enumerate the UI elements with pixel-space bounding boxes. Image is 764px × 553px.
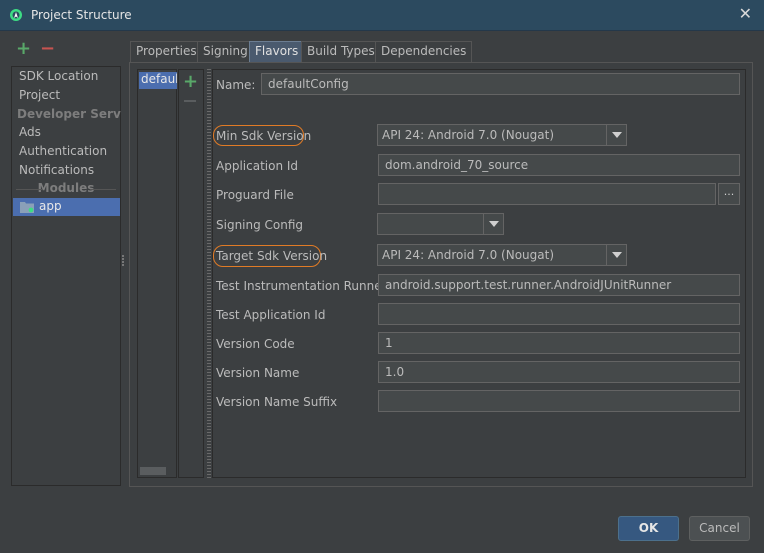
test-application-id-label: Test Application Id — [216, 308, 326, 322]
sidebar-header-developer-services: Developer Servi... — [17, 107, 121, 121]
target-sdk-dropdown[interactable]: API 24: Android 7.0 (Nougat) — [377, 244, 627, 266]
sidebar-item-ads[interactable]: Ads — [19, 125, 41, 139]
sidebar-item-authentication[interactable]: Authentication — [19, 144, 107, 158]
chevron-down-icon[interactable] — [483, 214, 503, 234]
version-name-field[interactable]: 1.0 — [378, 361, 740, 383]
remove-icon[interactable]: − — [40, 40, 55, 58]
tab-dependencies[interactable]: Dependencies — [375, 41, 473, 62]
signing-config-label: Signing Config — [216, 218, 304, 232]
signing-config-dropdown[interactable] — [377, 213, 504, 235]
add-flavor-icon[interactable]: + — [183, 73, 198, 91]
sidebar-item-project[interactable]: Project — [19, 88, 60, 102]
tab-build-types[interactable]: Build Types — [301, 41, 381, 62]
test-application-id-field[interactable] — [378, 303, 740, 325]
version-code-field[interactable]: 1 — [378, 332, 740, 354]
name-field[interactable]: defaultConfig — [261, 73, 740, 95]
test-runner-label: Test Instrumentation Runner — [216, 279, 387, 293]
version-code-label: Version Code — [216, 337, 295, 351]
version-name-label: Version Name — [216, 366, 300, 380]
module-folder-icon — [20, 202, 34, 213]
window-title: Project Structure — [31, 8, 132, 22]
tab-signing[interactable]: Signing — [197, 41, 254, 62]
android-studio-icon — [10, 9, 22, 21]
target-sdk-value: API 24: Android 7.0 (Nougat) — [382, 248, 554, 262]
version-name-suffix-label: Version Name Suffix — [216, 395, 338, 409]
proguard-file-label: Proguard File — [216, 188, 294, 202]
ok-button[interactable]: OK — [618, 516, 679, 541]
min-sdk-dropdown[interactable]: API 24: Android 7.0 (Nougat) — [377, 124, 627, 146]
sidebar-item-sdk-location[interactable]: SDK Location — [19, 69, 98, 83]
sidebar: SDK Location Project Developer Servi... … — [11, 66, 121, 486]
flavor-list: default — [137, 69, 177, 478]
application-id-label: Application Id — [216, 159, 299, 173]
sidebar-item-label: app — [39, 199, 62, 213]
chevron-down-icon[interactable] — [606, 125, 626, 145]
sidebar-item-app[interactable]: app — [13, 198, 120, 216]
flavor-item-default[interactable]: default — [139, 72, 177, 89]
test-runner-field[interactable]: android.support.test.runner.AndroidJUnit… — [378, 274, 740, 296]
splitter-handle[interactable] — [122, 255, 125, 269]
min-sdk-value: API 24: Android 7.0 (Nougat) — [382, 128, 554, 142]
flavor-toolbar: + — [178, 69, 204, 478]
close-icon[interactable]: ✕ — [739, 6, 752, 22]
tab-properties[interactable]: Properties — [130, 41, 203, 62]
sidebar-header-modules: Modules — [12, 181, 120, 195]
browse-button[interactable]: ... — [718, 183, 740, 205]
application-id-field[interactable]: dom.android_70_source — [378, 154, 740, 176]
name-label: Name: — [216, 78, 256, 92]
flavor-list-scrollbar[interactable] — [140, 467, 166, 475]
tab-flavors[interactable]: Flavors — [249, 41, 305, 62]
target-sdk-label: Target Sdk Version — [216, 249, 328, 263]
chevron-down-icon[interactable] — [606, 245, 626, 265]
remove-flavor-icon[interactable] — [184, 100, 196, 102]
sidebar-item-notifications[interactable]: Notifications — [19, 163, 94, 177]
cancel-button[interactable]: Cancel — [689, 516, 750, 541]
min-sdk-label: Min Sdk Version — [216, 129, 312, 143]
splitter-grip[interactable] — [207, 69, 211, 478]
add-icon[interactable]: + — [16, 40, 31, 58]
version-name-suffix-field[interactable] — [378, 390, 740, 412]
sidebar-toolbar: + − — [14, 40, 74, 60]
title-bar: Project Structure ✕ — [0, 0, 764, 31]
proguard-file-field[interactable] — [378, 183, 716, 205]
